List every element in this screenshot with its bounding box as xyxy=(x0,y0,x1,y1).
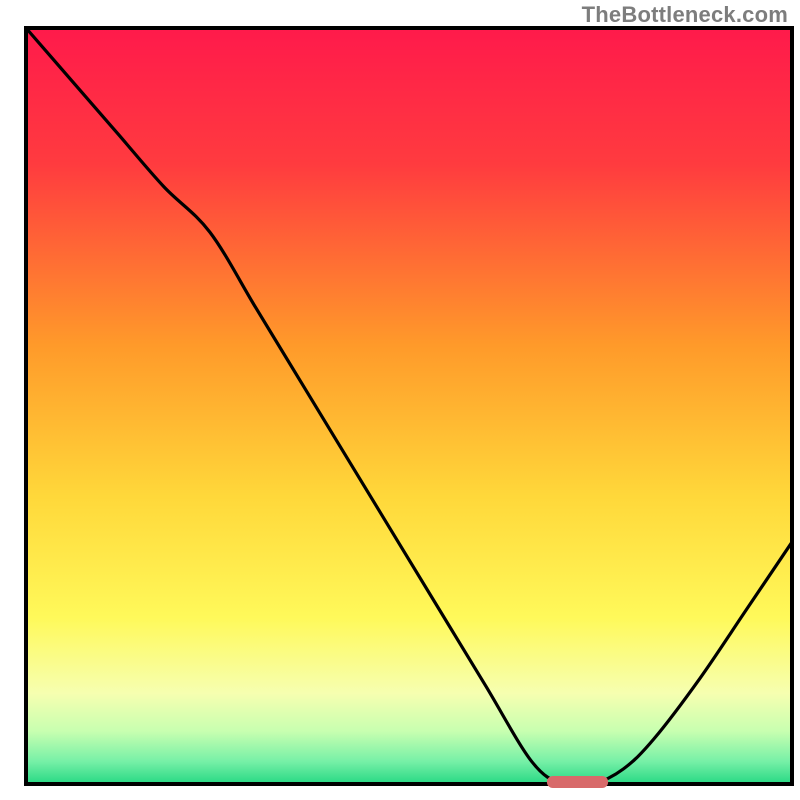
optimal-marker xyxy=(547,776,608,788)
plot-background xyxy=(26,28,792,784)
chart-container: TheBottleneck.com xyxy=(0,0,800,800)
bottleneck-chart xyxy=(0,0,800,800)
